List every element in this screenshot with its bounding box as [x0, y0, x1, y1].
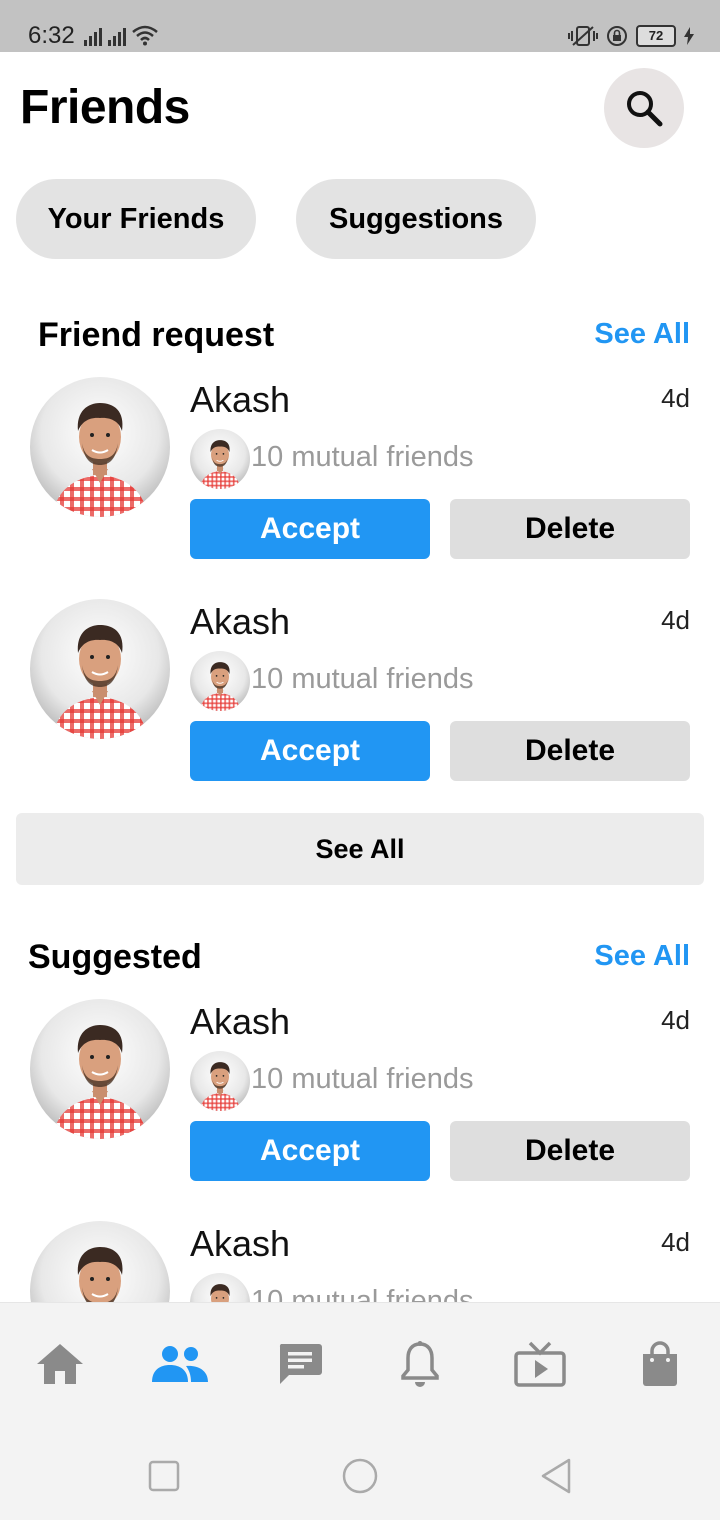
- delete-button[interactable]: Delete: [450, 1121, 690, 1181]
- battery-icon: 72: [636, 25, 676, 47]
- home-system-button[interactable]: [340, 1456, 380, 1496]
- nav-marketplace[interactable]: [630, 1339, 690, 1389]
- shopping-bag-icon: [643, 1341, 677, 1386]
- request-age: 4d: [661, 605, 690, 635]
- suggested-heading: Suggested: [28, 938, 202, 976]
- suggested-card: Akash 4d 10 mutual friends Accept Delete: [0, 999, 720, 1199]
- accept-button[interactable]: Accept: [190, 721, 430, 781]
- nav-watch[interactable]: [510, 1339, 570, 1389]
- friend-name[interactable]: Akash: [190, 1223, 290, 1265]
- mutual-friends-text[interactable]: 10 mutual friends: [251, 1063, 473, 1096]
- friend-name[interactable]: Akash: [190, 601, 290, 643]
- signal-icon: [108, 28, 126, 46]
- video-icon: [514, 1341, 566, 1387]
- accept-button[interactable]: Accept: [190, 499, 430, 559]
- friend-name[interactable]: Akash: [190, 1001, 290, 1043]
- mutual-friend-avatar: [190, 651, 250, 711]
- mutual-friends-text[interactable]: 10 mutual friends: [251, 441, 473, 474]
- request-age: 4d: [661, 1005, 690, 1035]
- system-nav-bar: [0, 1420, 720, 1520]
- recents-button[interactable]: [144, 1456, 184, 1496]
- avatar[interactable]: [30, 599, 170, 739]
- friend-request-card: Akash 4d 10 mutual friends Accept Delete: [0, 377, 720, 577]
- search-icon: [627, 91, 663, 127]
- status-bar: 6:32 72: [0, 0, 720, 52]
- request-age: 4d: [661, 383, 690, 413]
- charging-icon: [684, 27, 694, 45]
- friend-name[interactable]: Akash: [190, 379, 290, 421]
- suggested-see-all-link[interactable]: See All: [594, 940, 690, 973]
- rotation-lock-icon: [607, 26, 627, 46]
- avatar[interactable]: [30, 999, 170, 1139]
- nav-messages[interactable]: [270, 1339, 330, 1389]
- friend-request-see-all-link[interactable]: See All: [594, 318, 690, 351]
- bell-icon: [401, 1341, 439, 1387]
- nav-friends[interactable]: [150, 1339, 210, 1389]
- square-icon: [148, 1460, 180, 1492]
- mutual-friend-avatar: [190, 1051, 250, 1111]
- vibrate-icon: [568, 26, 598, 46]
- signal-icons: [84, 24, 158, 46]
- back-button[interactable]: [536, 1456, 576, 1496]
- chat-icon: [279, 1344, 322, 1384]
- bottom-nav: [0, 1302, 720, 1421]
- page-title: Friends: [20, 81, 190, 134]
- home-icon: [37, 1344, 83, 1384]
- status-time: 6:32: [28, 22, 75, 49]
- tab-your-friends[interactable]: Your Friends: [16, 179, 256, 259]
- delete-button[interactable]: Delete: [450, 499, 690, 559]
- tab-suggestions[interactable]: Suggestions: [296, 179, 536, 259]
- request-age: 4d: [661, 1227, 690, 1257]
- delete-button[interactable]: Delete: [450, 721, 690, 781]
- mutual-friends-text[interactable]: 10 mutual friends: [251, 663, 473, 696]
- see-all-requests-button[interactable]: See All: [16, 813, 704, 885]
- nav-home[interactable]: [30, 1339, 90, 1389]
- friends-icon: [152, 1346, 208, 1382]
- search-button[interactable]: [604, 68, 684, 148]
- accept-button[interactable]: Accept: [190, 1121, 430, 1181]
- nav-notifications[interactable]: [390, 1339, 450, 1389]
- wifi-icon: [132, 25, 158, 46]
- status-right-icons: 72: [568, 24, 694, 48]
- friend-request-heading: Friend request: [38, 316, 275, 354]
- circle-icon: [342, 1458, 378, 1494]
- signal-icon: [84, 28, 102, 46]
- friend-request-card: Akash 4d 10 mutual friends Accept Delete: [0, 599, 720, 799]
- mutual-friend-avatar: [190, 429, 250, 489]
- avatar[interactable]: [30, 377, 170, 517]
- back-triangle-icon: [541, 1458, 571, 1494]
